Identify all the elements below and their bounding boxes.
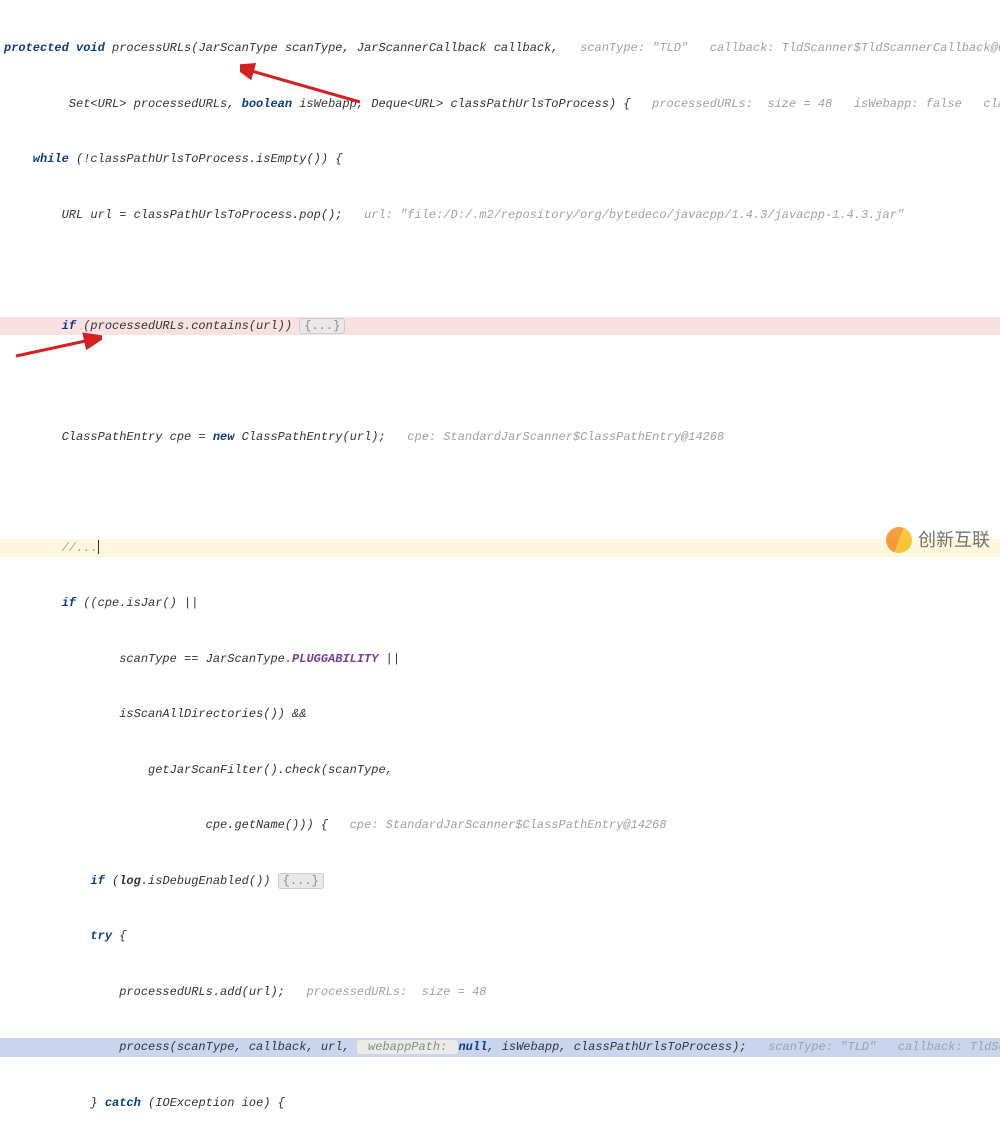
code-text: cpe.getName())) { — [4, 818, 328, 832]
code-text: isWebapp, Deque<URL> classPathUrlsToProc… — [292, 97, 630, 111]
inline-hint: scanType: "TLD" callback: TldScanner$Tld… — [559, 41, 1000, 55]
code-line — [0, 261, 1000, 280]
code-text: Set<URL> processedURLs, — [4, 97, 242, 111]
code-line: if ((cpe.isJar() || — [0, 594, 1000, 613]
keyword: protected void — [4, 41, 105, 55]
code-line-execution-highlight: process(scanType, callback, url, webappP… — [0, 1038, 1000, 1057]
code-line: URL url = classPathUrlsToProcess.pop(); … — [0, 206, 1000, 225]
inline-hint: cpe: StandardJarScanner$ClassPathEntry@1… — [386, 430, 724, 444]
code-line: while (!classPathUrlsToProcess.isEmpty()… — [0, 150, 1000, 169]
code-line: processedURLs.add(url); processedURLs: s… — [0, 983, 1000, 1002]
code-text: ( — [105, 874, 119, 888]
code-line — [0, 483, 1000, 502]
code-text: scanType == JarScanType. — [4, 652, 292, 666]
code-line: cpe.getName())) { cpe: StandardJarScanne… — [0, 816, 1000, 835]
code-line: protected void processURLs(JarScanType s… — [0, 39, 1000, 58]
param-hint: webappPath: — [357, 1040, 459, 1054]
code-line: if (log.isDebugEnabled()) {...} — [0, 872, 1000, 891]
field-ref: log — [119, 874, 141, 888]
code-text: processedURLs.add(url); — [4, 985, 285, 999]
code-text: { — [112, 929, 126, 943]
code-text: } — [4, 1096, 105, 1110]
code-text: (IOException ioe) { — [141, 1096, 285, 1110]
fold-region[interactable]: {...} — [299, 318, 345, 334]
code-text: URL url = classPathUrlsToProcess.pop(); — [4, 208, 342, 222]
fold-region[interactable]: {...} — [278, 873, 324, 889]
code-text: getJarScanFilter().check(scanType, — [4, 763, 393, 777]
code-text: , isWebapp, classPathUrlsToProcess); — [487, 1040, 746, 1054]
caret-icon — [98, 540, 99, 554]
inline-hint: processedURLs: size = 48 — [285, 985, 487, 999]
code-text: processURLs(JarScanType scanType, JarSca… — [105, 41, 559, 55]
code-line: } catch (IOException ioe) { — [0, 1094, 1000, 1113]
comment: //... — [4, 541, 98, 555]
code-text: .isDebugEnabled()) — [141, 874, 278, 888]
keyword: if — [4, 319, 76, 333]
code-line-comment-highlight: //... — [0, 539, 1000, 558]
code-line: getJarScanFilter().check(scanType, — [0, 761, 1000, 780]
keyword: while — [4, 152, 69, 166]
code-line: isScanAllDirectories()) && — [0, 705, 1000, 724]
code-text: ClassPathEntry cpe = — [4, 430, 213, 444]
code-text: ClassPathEntry(url); — [234, 430, 385, 444]
inline-hint: processedURLs: size = 48 isWebapp: false… — [631, 97, 1000, 111]
code-text: (!classPathUrlsToProcess.isEmpty()) { — [69, 152, 343, 166]
keyword: try — [4, 929, 112, 943]
watermark-text: 创新互联 — [918, 531, 990, 550]
watermark-logo-icon — [882, 523, 915, 556]
code-text: (processedURLs.contains(url)) — [76, 319, 299, 333]
watermark: 创新互联 — [886, 527, 990, 553]
keyword: if — [4, 596, 76, 610]
code-text: process(scanType, callback, url, — [4, 1040, 357, 1054]
keyword: catch — [105, 1096, 141, 1110]
keyword: new — [213, 430, 235, 444]
keyword: null — [458, 1040, 487, 1054]
code-line: ClassPathEntry cpe = new ClassPathEntry(… — [0, 428, 1000, 447]
keyword: boolean — [242, 97, 292, 111]
code-text: ((cpe.isJar() || — [76, 596, 198, 610]
code-line — [0, 372, 1000, 391]
code-text: isScanAllDirectories()) && — [4, 707, 306, 721]
inline-hint: url: "file:/D:/.m2/repository/org/bytede… — [342, 208, 904, 222]
keyword: if — [4, 874, 105, 888]
constant: PLUGGABILITY — [292, 652, 378, 666]
code-text: || — [378, 652, 400, 666]
code-line: Set<URL> processedURLs, boolean isWebapp… — [0, 95, 1000, 114]
code-line: scanType == JarScanType.PLUGGABILITY || — [0, 650, 1000, 669]
code-line: try { — [0, 927, 1000, 946]
inline-hint: cpe: StandardJarScanner$ClassPathEntry@1… — [328, 818, 666, 832]
code-line-contains-highlight: if (processedURLs.contains(url)) {...} — [0, 317, 1000, 336]
code-editor: protected void processURLs(JarScanType s… — [0, 0, 1000, 1122]
inline-hint: scanType: "TLD" callback: TldScanner$Tld… — [747, 1040, 1000, 1054]
